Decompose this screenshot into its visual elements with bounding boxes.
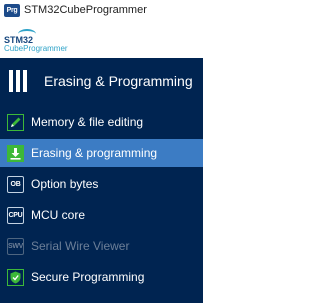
app-icon: Prg [4,3,20,17]
swv-icon-text: SWV [7,237,24,255]
app-icon-label: Prg [6,6,18,14]
menu-item-erasing-programming[interactable]: Erasing & programming [0,139,203,167]
menu-item-mcu-core[interactable]: CPU MCU core [0,201,203,229]
shield-icon [7,268,24,286]
pencil-icon [7,113,24,131]
menu-item-secure-programming[interactable]: Secure Programming [0,263,203,291]
ob-icon: OB [7,175,24,193]
ob-icon-text: OB [7,175,24,193]
menu-item-serial-wire-viewer[interactable]: SWV Serial Wire Viewer [0,232,203,260]
menu-item-label: Serial Wire Viewer [31,239,130,253]
stm32-cubeprogrammer-logo: STM32 CubeProgrammer [4,29,76,54]
menu-header-title: Erasing & Programming [44,73,193,89]
cpu-icon-text: CPU [7,206,24,224]
menu-item-label: Secure Programming [31,270,145,284]
menu-item-label: Erasing & programming [31,146,158,160]
menu-item-label: Option bytes [31,177,99,191]
logo-line2: CubeProgrammer [4,44,68,53]
hamburger-menu-icon[interactable] [9,70,29,92]
cpu-icon: CPU [7,206,24,224]
title-bar: Prg STM32CubeProgrammer [0,0,203,20]
side-menu: Erasing & Programming Memory & file edit… [0,58,203,303]
menu-item-label: MCU core [31,208,86,222]
swv-icon: SWV [7,237,24,255]
window-title: STM32CubeProgrammer [24,4,147,16]
download-icon [7,144,24,162]
menu-item-option-bytes[interactable]: OB Option bytes [0,170,203,198]
menu-item-label: Memory & file editing [31,115,144,129]
menu-item-memory-file-editing[interactable]: Memory & file editing [0,108,203,136]
menu-header: Erasing & Programming [0,58,203,104]
